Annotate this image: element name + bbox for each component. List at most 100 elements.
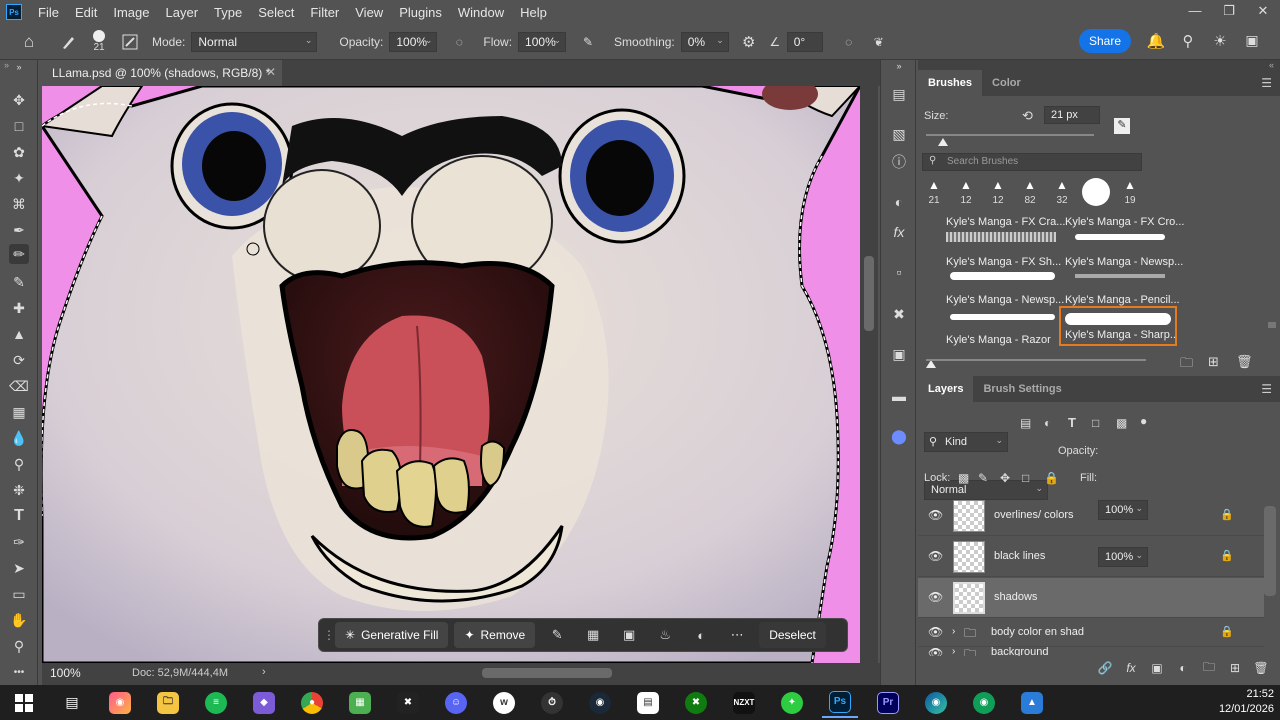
gradient-tool-icon[interactable]: ▦ [9,402,29,422]
lock-all-icon[interactable]: 🔒 [1044,471,1059,485]
filter-pixel-layer-icon[interactable]: ▤ [1020,416,1031,430]
info-panel-icon[interactable]: ⓘ [889,152,909,172]
bell-icon[interactable]: 🔔 [1146,32,1166,50]
channels-panel-icon[interactable]: ▣ [889,344,909,364]
menu-edit[interactable]: Edit [67,5,105,20]
mask-icon[interactable]: ▣ [615,627,643,643]
premiere-taskbar-icon[interactable]: Pr [870,688,906,718]
taskbar-app-icon[interactable]: ⏱ [534,688,570,718]
brush-item[interactable]: Kyle's Manga - Newsp... [1065,230,1183,270]
preview-size-slider[interactable] [926,359,1146,361]
remove-button[interactable]: ✦ Remove [454,622,536,648]
brush-list-scrollbar[interactable] [1268,322,1276,328]
document-tab[interactable]: LLama.psd @ 100% (shadows, RGB/8) * ✕ [42,60,282,86]
filter-toggle-icon[interactable]: ● [1140,414,1147,428]
layer-style-fx-icon[interactable]: fx [1118,661,1144,675]
brush-preset-tip[interactable]: ▲ 19 [1118,178,1142,206]
visibility-eye-icon[interactable]: 👁 [928,625,943,639]
new-group-folder-icon[interactable]: 🗀 [1180,354,1193,376]
eyedropper-tool-icon[interactable]: ✒ [9,220,29,240]
lock-transparent-pixels-icon[interactable]: ▩ [958,471,969,485]
type-tool-icon[interactable]: T [9,506,29,526]
brush-item-selected[interactable]: Kyle's Manga - Sharp... [1059,306,1177,346]
deselect-button[interactable]: Deselect [759,622,826,648]
brush-item[interactable]: Kyle's Manga - FX Sh... [946,230,1061,270]
lock-image-pixels-icon[interactable]: ✎ [978,471,988,485]
close-tab-icon[interactable]: ✕ [266,65,276,79]
brush-size-slider-thumb[interactable] [938,138,948,146]
layer-row-selected[interactable]: 👁 shadows [918,578,1264,618]
brush-edit-icon[interactable]: ✎ [1114,118,1130,134]
tab-brushes[interactable]: Brushes [918,70,983,96]
brush-preset-tip[interactable]: ▲ 82 [1018,178,1042,206]
filter-type-layer-icon[interactable]: T [1068,415,1076,430]
drag-handle-icon[interactable]: ⋮ [323,628,335,642]
taskbar-app-icon[interactable]: ◆ [246,688,282,718]
collapse-icon[interactable]: « [1269,60,1274,70]
add-mask-icon[interactable]: ▣ [1144,661,1170,675]
airbrush-icon[interactable]: ✎ [576,35,600,49]
pressure-size-icon[interactable]: ◌ [837,35,861,49]
menu-plugins[interactable]: Plugins [391,5,450,20]
generative-fill-button[interactable]: ✳ Generative Fill [335,622,449,648]
history-brush-tool-icon[interactable]: ⟳ [9,350,29,370]
more-options-icon[interactable]: ⋯ [723,627,751,643]
move-tool-icon[interactable]: ✥ [9,90,29,110]
modify-selection-icon[interactable]: ✎ [543,627,571,643]
reset-size-icon[interactable]: ⟲ [1022,108,1033,124]
menu-help[interactable]: Help [512,5,555,20]
plugins-panel-icon[interactable]: ▬ [889,386,909,406]
flow-input[interactable]: 100% ⌄ [518,31,567,52]
search-icon[interactable]: ⚲ [1178,32,1198,50]
lightbulb-icon[interactable]: ☀ [1210,32,1230,50]
taskbar-app-icon[interactable]: ✖ [390,688,426,718]
history-panel-icon[interactable]: ▤ [889,84,909,104]
angle-input[interactable]: 0° [786,31,823,52]
taskbar-app-icon[interactable]: w [486,688,522,718]
more-tools-icon[interactable]: ••• [9,662,29,682]
panel-menu-icon[interactable]: ☰ [1261,76,1272,90]
magic-wand-tool-icon[interactable]: ✦ [9,168,29,188]
symmetry-butterfly-icon[interactable]: ❦ [867,35,891,49]
steam-icon[interactable]: ◉ [582,688,618,718]
brush-item[interactable]: Kyle's Manga - Razor [946,308,1061,348]
taskbar-app-icon[interactable]: ✦ [774,688,810,718]
gear-icon[interactable]: ⚙ [737,33,761,51]
chevron-right-icon[interactable]: › [952,646,955,656]
fill-bucket-icon[interactable]: ♨ [651,627,679,643]
path-selection-tool-icon[interactable]: ➤ [9,558,29,578]
minimize-icon[interactable]: — [1178,0,1212,22]
file-explorer-icon[interactable]: 🗀 [150,688,186,718]
share-button[interactable]: Share [1079,29,1131,53]
brush-item[interactable]: Kyle's Manga - Newsp... [946,268,1064,308]
photoshop-taskbar-icon[interactable]: Ps [822,688,858,718]
adjustments-panel-icon[interactable]: ◐ [889,192,909,212]
delete-layer-icon[interactable]: 🗑 [1248,661,1274,675]
layers-scrollbar[interactable] [1264,506,1276,596]
brush-preset-tip[interactable]: ▲ 12 [954,178,978,206]
taskbar-app-icon[interactable]: ◉ [102,688,138,718]
brush-size-input[interactable]: 21 px [1044,106,1100,124]
scroll-thumb[interactable] [864,256,874,331]
brush-size-picker[interactable]: 21 [86,30,112,53]
edge-icon[interactable]: ◉ [918,688,954,718]
menu-image[interactable]: Image [105,5,157,20]
filter-smart-object-icon[interactable]: ▩ [1116,416,1127,430]
styles-panel-icon[interactable]: fx [889,222,909,242]
filter-shape-layer-icon[interactable]: □ [1092,416,1099,430]
opacity-input[interactable]: 100% ⌄ [389,31,438,52]
notepad-icon[interactable]: ▤ [630,688,666,718]
collapse-icon[interactable]: » [9,62,29,72]
pen-tool-icon[interactable]: ✑ [9,532,29,552]
brush-preset-tip[interactable]: ▲ 12 [986,178,1010,206]
menu-type[interactable]: Type [206,5,250,20]
brush-item[interactable]: Kyle's Manga - FX Cro... [1065,210,1184,230]
adjustment-icon[interactable]: ◐ [687,628,715,643]
marquee-tool-icon[interactable]: □ [9,116,29,136]
lock-position-icon[interactable]: ✥ [1000,471,1010,485]
smoothing-input[interactable]: 0% ⌄ [680,31,729,52]
visibility-eye-icon[interactable]: 👁 [928,646,943,656]
tab-color[interactable]: Color [982,70,1031,96]
collapse-icon[interactable]: » [889,60,909,72]
chevron-right-icon[interactable]: › [262,666,266,678]
